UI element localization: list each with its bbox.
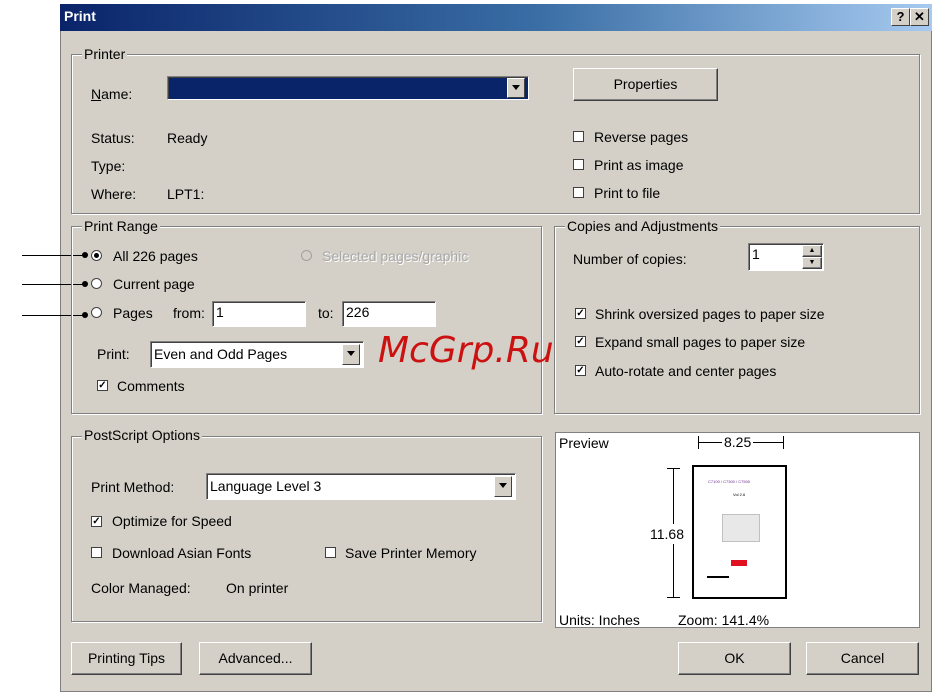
autorotate-checkbox[interactable]: ✓ xyxy=(575,365,586,376)
name-label: Name: xyxy=(91,86,133,102)
title-bar[interactable] xyxy=(60,4,932,31)
thumb-title: C7100 / C7300 / C7500 xyxy=(708,479,751,484)
chevron-down-icon[interactable] xyxy=(342,344,360,365)
thumb-text-line xyxy=(707,576,729,578)
print-as-image-checkbox[interactable] xyxy=(573,159,584,170)
current-page-radio[interactable] xyxy=(91,278,102,289)
autorotate-label[interactable]: Auto-rotate and center pages xyxy=(595,363,776,379)
properties-button[interactable]: Properties xyxy=(573,68,718,101)
save-memory-label[interactable]: Save Printer Memory xyxy=(345,545,476,561)
from-label: from: xyxy=(173,305,205,321)
selected-pages-label: Selected pages/graphic xyxy=(322,248,469,264)
pages-radio[interactable] xyxy=(91,307,102,318)
optimize-label[interactable]: Optimize for Speed xyxy=(112,513,232,529)
save-memory-checkbox[interactable] xyxy=(325,547,336,558)
shrink-checkbox[interactable]: ✓ xyxy=(575,308,586,319)
printing-tips-button[interactable]: Printing Tips xyxy=(71,642,182,675)
help-button[interactable]: ? xyxy=(891,8,910,26)
postscript-legend: PostScript Options xyxy=(82,427,202,443)
print-range-legend: Print Range xyxy=(82,218,160,234)
close-button[interactable]: ✕ xyxy=(910,8,929,26)
spin-up-icon[interactable]: ▲ xyxy=(802,245,822,257)
ok-button[interactable]: OK xyxy=(678,642,791,675)
preview-width: 8.25 xyxy=(722,434,754,450)
preview-height: 11.68 xyxy=(650,524,684,544)
print-to-file-checkbox[interactable] xyxy=(573,187,584,198)
print-as-image-label[interactable]: Print as image xyxy=(594,157,683,173)
pages-label[interactable]: Pages xyxy=(113,305,153,321)
to-label: to: xyxy=(318,305,334,321)
printer-legend: Printer xyxy=(82,46,128,62)
type-label: Type: xyxy=(91,158,126,174)
dimension-tick xyxy=(698,436,699,449)
copies-label: Number of copies: xyxy=(573,251,687,267)
where-value: LPT1: xyxy=(167,186,205,202)
chevron-down-icon[interactable] xyxy=(494,476,512,497)
advanced-button[interactable]: Advanced... xyxy=(199,642,312,675)
print-subset-label: Print: xyxy=(97,346,130,362)
optimize-checkbox[interactable]: ✓ xyxy=(91,516,102,527)
selected-pages-radio xyxy=(301,250,312,261)
print-to-file-label[interactable]: Print to file xyxy=(594,185,660,201)
to-page-input[interactable]: 226 xyxy=(342,301,436,327)
dimension-tick xyxy=(783,436,784,449)
cancel-button[interactable]: Cancel xyxy=(806,642,919,675)
current-page-label[interactable]: Current page xyxy=(113,276,195,292)
dimension-tick xyxy=(667,597,680,598)
watermark: McGrp.Ru xyxy=(378,330,554,371)
thumb-subtitle: Vol 2.6 xyxy=(733,492,746,497)
all-pages-label[interactable]: All 226 pages xyxy=(113,248,198,264)
asian-fonts-label[interactable]: Download Asian Fonts xyxy=(112,545,251,561)
printer-name-select[interactable] xyxy=(167,76,529,100)
reverse-pages-label[interactable]: Reverse pages xyxy=(594,129,688,145)
preview-zoom: Zoom: 141.4% xyxy=(678,612,770,628)
where-label: Where: xyxy=(91,186,137,202)
chevron-down-icon[interactable] xyxy=(507,78,525,98)
print-method-label: Print Method: xyxy=(91,479,175,495)
status-value: Ready xyxy=(167,130,208,146)
asian-fonts-checkbox[interactable] xyxy=(91,547,102,558)
reverse-pages-checkbox[interactable] xyxy=(573,131,584,142)
preview-label: Preview xyxy=(559,435,609,451)
status-label: Status: xyxy=(91,130,135,146)
spin-down-icon[interactable]: ▼ xyxy=(802,257,822,269)
shrink-label[interactable]: Shrink oversized pages to paper size xyxy=(595,306,825,322)
window-title: Print xyxy=(64,8,96,24)
copies-legend: Copies and Adjustments xyxy=(565,218,720,234)
comments-checkbox[interactable]: ✓ xyxy=(97,380,108,391)
from-page-input[interactable]: 1 xyxy=(212,301,306,327)
printer-image xyxy=(722,514,760,542)
all-pages-radio[interactable] xyxy=(91,250,102,261)
expand-label[interactable]: Expand small pages to paper size xyxy=(595,334,805,350)
preview-units: Units: Inches xyxy=(559,612,640,628)
thumb-red-mark xyxy=(731,560,747,566)
print-subset-select[interactable]: Even and Odd Pages xyxy=(150,341,364,368)
dimension-tick xyxy=(667,468,680,469)
color-managed-label: Color Managed: xyxy=(91,580,191,596)
color-managed-value: On printer xyxy=(226,580,289,596)
expand-checkbox[interactable]: ✓ xyxy=(575,336,586,347)
print-method-select[interactable]: Language Level 3 xyxy=(206,473,516,500)
comments-label[interactable]: Comments xyxy=(117,378,185,394)
